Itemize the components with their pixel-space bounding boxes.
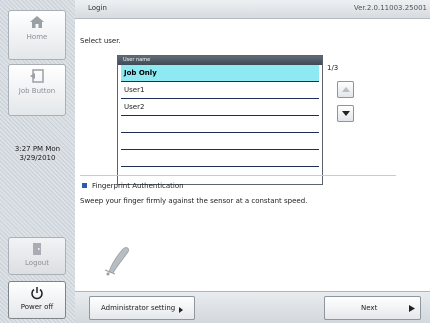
fingerprint-auth-heading: Fingerprint Authentication	[82, 182, 184, 190]
clock-date: 3/29/2010	[19, 154, 56, 162]
user-list-row-empty[interactable]	[121, 116, 319, 133]
next-label: Next	[361, 304, 378, 312]
down-arrow-icon	[341, 111, 350, 116]
user-list-header: User name	[118, 56, 322, 65]
user-list-row-user2[interactable]: User2	[121, 99, 319, 116]
page-up-button[interactable]	[337, 81, 354, 98]
user-list-row-job-only[interactable]: Job Only	[121, 65, 319, 82]
home-label: Home	[26, 33, 48, 41]
user-list: User name Job Only User1 User2	[117, 55, 323, 185]
home-icon	[30, 16, 44, 28]
page-indicator: 1/3	[327, 64, 339, 72]
power-off-button[interactable]: Power off	[8, 281, 66, 319]
user-list-row-empty[interactable]	[121, 133, 319, 150]
home-button[interactable]: Home	[8, 10, 66, 60]
up-arrow-icon	[341, 87, 350, 92]
power-off-label: Power off	[20, 303, 54, 311]
section-divider	[80, 175, 396, 176]
user-list-row-empty[interactable]	[121, 150, 319, 167]
fingerprint-sensor-icon	[104, 247, 129, 276]
user-list-row-user1[interactable]: User1	[121, 82, 319, 99]
play-arrow-icon	[409, 305, 415, 312]
administrator-setting-button[interactable]: Administrator setting	[89, 296, 195, 320]
logout-button[interactable]: Logout	[8, 237, 66, 275]
clock-time: 3:27 PM Mon	[14, 145, 61, 153]
sidebar: Home Job Button 3:27 PM Mon 3/29/2010 Lo…	[0, 0, 75, 323]
version-label: Ver.2.0.11003.25001	[353, 4, 427, 12]
clock: 3:27 PM Mon 3/29/2010	[0, 145, 75, 163]
job-button[interactable]: Job Button	[8, 64, 66, 116]
next-button[interactable]: Next	[324, 296, 421, 320]
logout-label: Logout	[25, 259, 49, 267]
fingerprint-instructions: Sweep your finger firmly against the sen…	[80, 197, 308, 205]
power-icon	[31, 287, 43, 300]
page-down-button[interactable]	[337, 105, 354, 122]
logout-icon	[33, 243, 41, 255]
job-button-label: Job Button	[18, 87, 56, 95]
section-marker-icon	[82, 183, 87, 188]
administrator-setting-label: Administrator setting	[101, 304, 176, 312]
select-user-prompt: Select user.	[80, 37, 121, 45]
header-bar: Login Ver.2.0.11003.25001	[75, 0, 430, 19]
footer-bar: Administrator setting Next	[75, 291, 430, 323]
page-title: Login	[88, 4, 107, 12]
main-panel: Select user. User name Job Only User1 Us…	[75, 19, 430, 291]
chevron-right-icon	[179, 307, 183, 313]
fingerprint-auth-title: Fingerprint Authentication	[92, 182, 184, 190]
job-button-icon	[30, 69, 44, 83]
